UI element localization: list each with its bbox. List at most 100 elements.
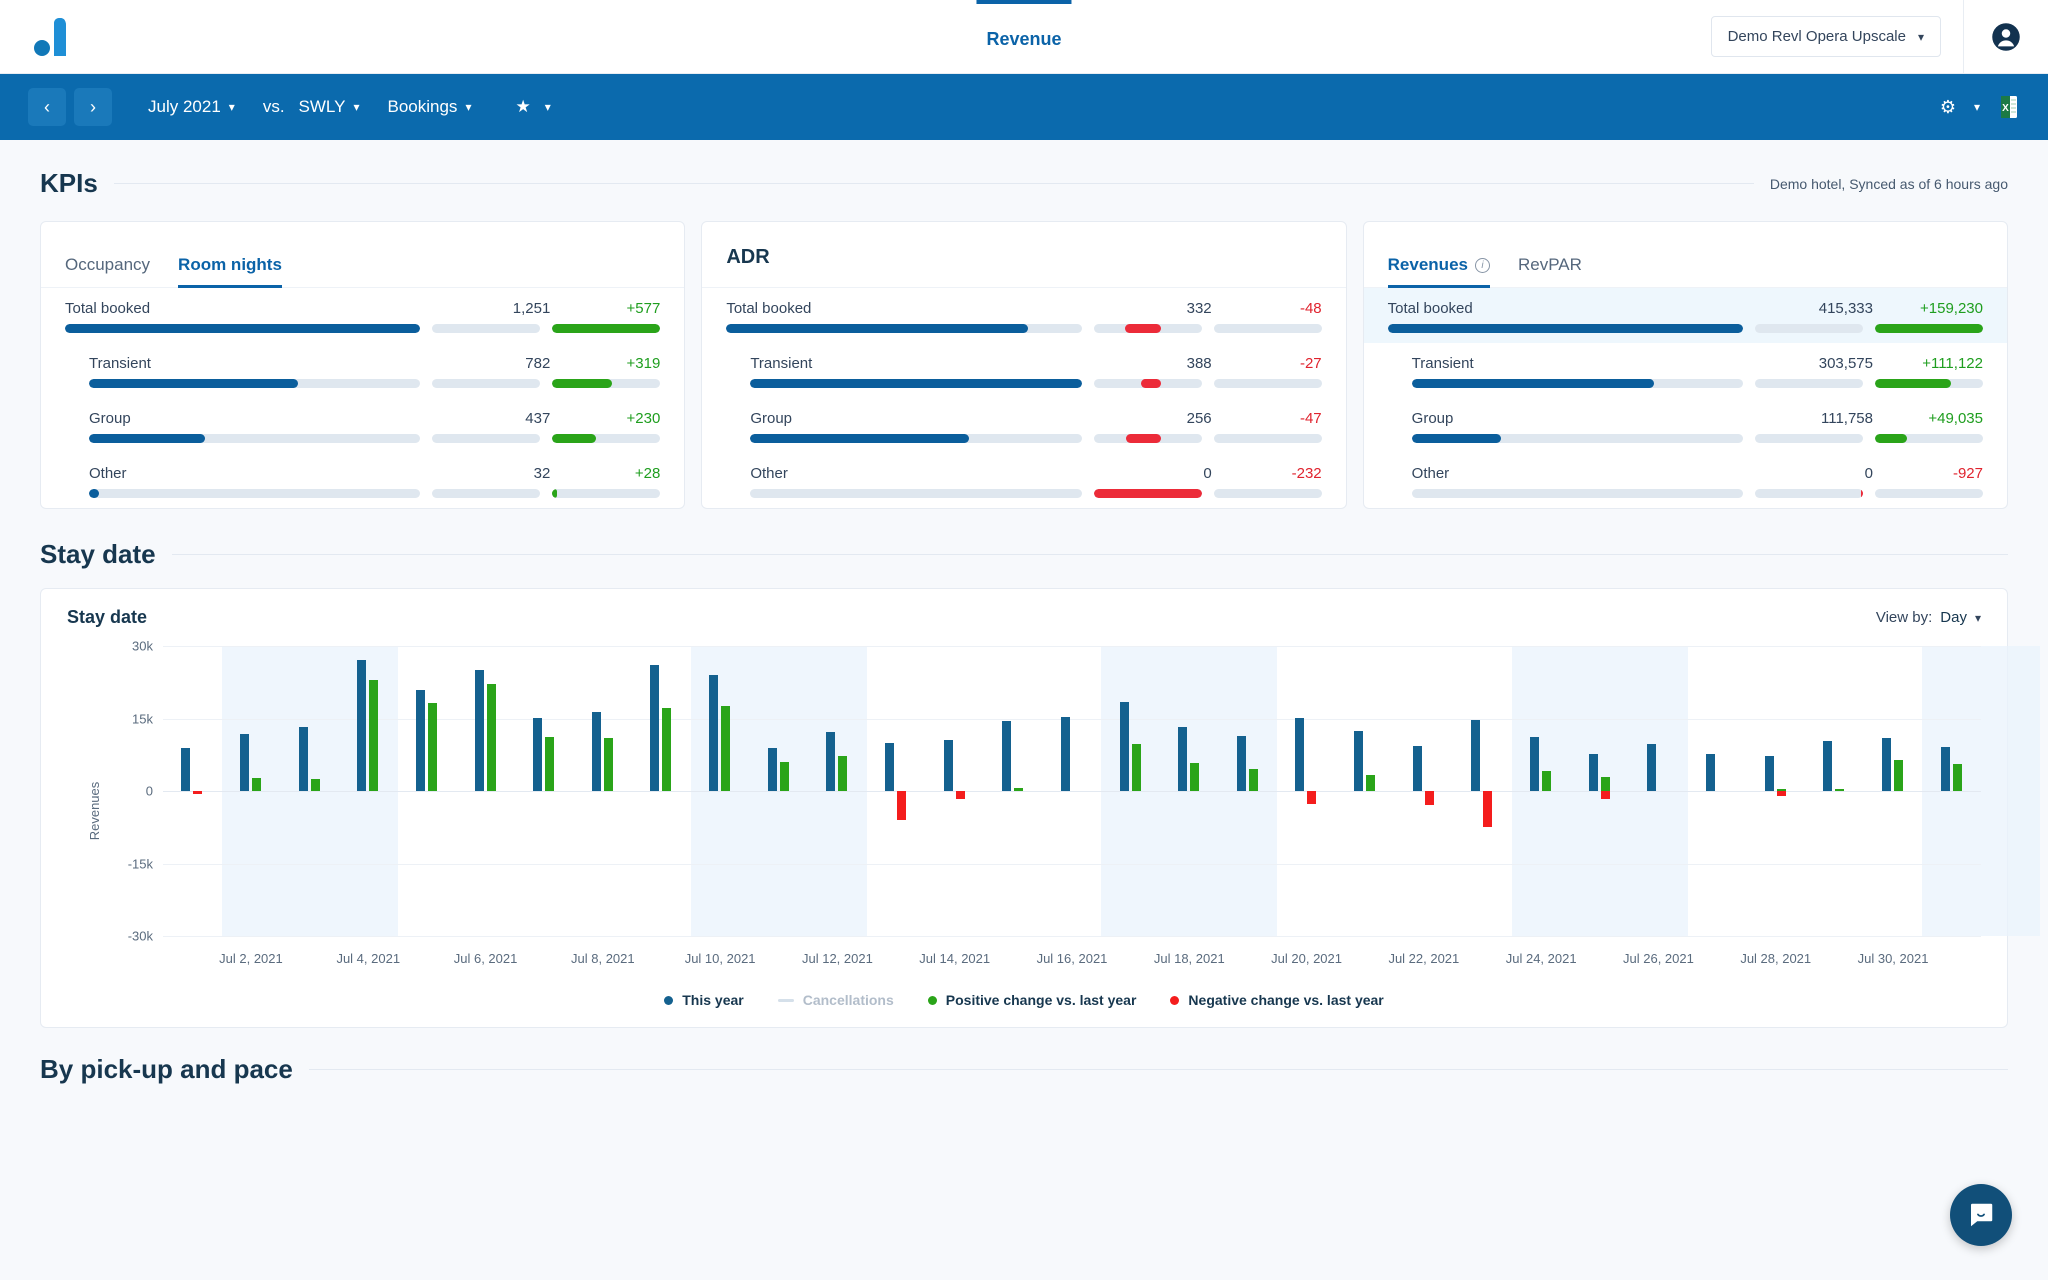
metric-selector[interactable]: Bookings ▾	[388, 97, 472, 117]
bar-fill	[552, 324, 660, 333]
legend-item[interactable]: Cancellations	[778, 992, 894, 1008]
period-selector[interactable]: July 2021 ▾	[148, 97, 235, 117]
bar-group[interactable]	[925, 646, 984, 936]
chat-launcher-button[interactable]	[1950, 1184, 2012, 1246]
kpi-bar-positive	[1875, 324, 1983, 333]
bar-group[interactable]	[456, 646, 515, 936]
bar-this-year	[885, 743, 894, 791]
info-icon[interactable]: i	[1475, 258, 1490, 273]
bar-group[interactable]	[280, 646, 339, 936]
kpi-row-labels: Other0-232	[750, 465, 1321, 482]
view-by-selector[interactable]: View by: Day ▾	[1876, 609, 1981, 626]
favorites-selector[interactable]: ★ ▾	[515, 97, 550, 117]
logo-icon	[34, 14, 82, 60]
bar-group[interactable]	[867, 646, 926, 936]
bar-this-year	[768, 748, 777, 792]
next-period-button[interactable]: ›	[74, 88, 112, 126]
account-button[interactable]	[1964, 22, 2048, 52]
kpi-bar-positive	[552, 324, 660, 333]
prev-period-button[interactable]: ‹	[28, 88, 66, 126]
bar-this-year	[299, 727, 308, 791]
bar-group[interactable]	[1219, 646, 1278, 936]
chevron-down-icon[interactable]: ▾	[1974, 100, 1980, 114]
kpi-row-value: 388	[1187, 355, 1212, 372]
bar-this-year	[1882, 738, 1891, 791]
bar-group[interactable]	[984, 646, 1043, 936]
kpi-bar-positive	[1214, 489, 1322, 498]
bar-group[interactable]	[632, 646, 691, 936]
bar-fill	[552, 489, 556, 498]
bar-group[interactable]	[515, 646, 574, 936]
kpi-tab-room-nights[interactable]: Room nights	[178, 255, 282, 287]
bar-group[interactable]	[1629, 646, 1688, 936]
kpi-row-labels: Group111,758+49,035	[1412, 410, 1983, 427]
x-axis-tick: Jul 26, 2021	[1623, 951, 1694, 966]
kpi-bar-positive	[1875, 434, 1983, 443]
kpi-row-name: Other	[89, 465, 127, 482]
kpi-row: Other32+28	[41, 453, 684, 508]
bar-this-year	[533, 718, 542, 791]
kpi-bar-positive	[1875, 489, 1983, 498]
bar-group[interactable]	[1864, 646, 1923, 936]
comparison-selector[interactable]: SWLY ▾	[299, 97, 360, 117]
bar-fill	[1861, 489, 1863, 498]
kpi-tab-revpar[interactable]: RevPAR	[1518, 255, 1582, 287]
kpi-row-bars	[1412, 489, 1983, 498]
bar-group[interactable]	[398, 646, 457, 936]
kpi-row-value: 303,575	[1819, 355, 1873, 372]
kpi-row: Transient303,575+111,122	[1364, 343, 2007, 398]
bar-group[interactable]	[1688, 646, 1747, 936]
bar-group[interactable]	[1746, 646, 1805, 936]
bar-group[interactable]	[808, 646, 867, 936]
hotel-selector[interactable]: Demo Revl Opera Upscale ▾	[1711, 16, 1941, 57]
bar-group[interactable]	[1101, 646, 1160, 936]
kpi-bar-value	[726, 324, 1081, 333]
kpi-tab-revenues[interactable]: Revenuesi	[1388, 255, 1490, 287]
bar-group[interactable]	[691, 646, 750, 936]
kpi-bar-positive	[1875, 379, 1983, 388]
bar-group[interactable]	[1336, 646, 1395, 936]
bar-negative-change	[897, 791, 906, 820]
bar-group[interactable]	[1805, 646, 1864, 936]
kpis-section-header: KPIs Demo hotel, Synced as of 6 hours ag…	[0, 168, 2048, 199]
view-by-value: Day	[1940, 609, 1967, 626]
view-by-label: View by:	[1876, 609, 1932, 626]
revl-logo[interactable]	[34, 14, 82, 60]
bar-group[interactable]	[1043, 646, 1102, 936]
legend-item[interactable]: Positive change vs. last year	[928, 992, 1137, 1008]
bar-group[interactable]	[1277, 646, 1336, 936]
bar-fill	[1094, 489, 1202, 498]
bar-positive-change	[604, 738, 613, 791]
x-axis-tick: Jul 14, 2021	[919, 951, 990, 966]
bar-fill	[552, 434, 595, 443]
bar-positive-change	[252, 778, 261, 791]
kpi-row-name: Other	[750, 465, 788, 482]
top-bar: Revenue Demo Revl Opera Upscale ▾	[0, 0, 2048, 74]
kpi-tab-occupancy[interactable]: Occupancy	[65, 255, 150, 287]
bar-group[interactable]	[1570, 646, 1629, 936]
bar-group[interactable]	[1512, 646, 1571, 936]
kpi-bar-positive	[1214, 379, 1322, 388]
bar-group[interactable]	[573, 646, 632, 936]
bar-positive-change	[1601, 777, 1610, 792]
kpi-row-change: +230	[550, 410, 660, 427]
excel-export-icon[interactable]: X	[1998, 95, 2020, 119]
bar-group[interactable]	[1394, 646, 1453, 936]
plot-canvas: Jul 2, 2021Jul 4, 2021Jul 6, 2021Jul 8, …	[163, 646, 1981, 936]
tab-revenue[interactable]: Revenue	[976, 0, 1071, 74]
kpi-row-labels: Transient303,575+111,122	[1412, 355, 1983, 372]
bar-group[interactable]	[339, 646, 398, 936]
bar-positive-change	[1249, 769, 1258, 791]
bar-this-year	[240, 734, 249, 791]
chevron-down-icon: ▾	[1918, 30, 1924, 44]
gear-icon[interactable]: ⚙	[1940, 97, 1956, 118]
bar-fill	[552, 379, 611, 388]
bar-group[interactable]	[222, 646, 281, 936]
legend-item[interactable]: Negative change vs. last year	[1170, 992, 1383, 1008]
bar-group[interactable]	[1160, 646, 1219, 936]
legend-item[interactable]: This year	[664, 992, 743, 1008]
bar-group[interactable]	[749, 646, 808, 936]
bar-group[interactable]	[163, 646, 222, 936]
bar-group[interactable]	[1453, 646, 1512, 936]
bar-group[interactable]	[1922, 646, 1981, 936]
